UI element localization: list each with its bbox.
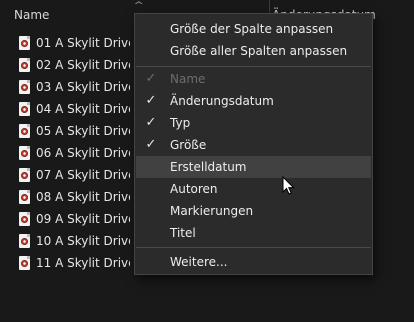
list-item[interactable]: 01 A Skylit Drive - I [0, 33, 140, 55]
file-name: 01 A Skylit Drive - I [36, 36, 130, 50]
audio-file-icon [19, 58, 30, 72]
menu-item-column-created-date[interactable]: Erstelldatum [136, 156, 371, 178]
list-item[interactable]: 09 A Skylit Drive - I [0, 209, 140, 231]
menu-item-label: Größe aller Spalten anpassen [170, 44, 348, 58]
audio-file-icon [19, 80, 30, 94]
audio-file-icon [19, 212, 30, 226]
checkmark-icon: ✓ [145, 115, 157, 130]
menu-item-label: Name [170, 72, 206, 86]
menu-item-fit-all-columns[interactable]: Größe aller Spalten anpassen [136, 40, 371, 62]
sort-ascending-icon: ^ [133, 1, 145, 11]
list-item[interactable]: 08 A Skylit Drive - S [0, 187, 140, 209]
menu-item-column-modified-date[interactable]: ✓ Änderungsdatum [136, 90, 371, 112]
file-name: 06 A Skylit Drive - I [36, 146, 130, 160]
menu-item-label: Markierungen [170, 204, 254, 218]
checkmark-icon: ✓ [145, 93, 157, 108]
file-name: 07 A Skylit Drive - C [36, 168, 130, 182]
menu-separator [136, 247, 371, 248]
mouse-pointer-icon [282, 176, 295, 195]
file-name: 10 A Skylit Drive - I [36, 234, 130, 248]
list-item[interactable]: 02 A Skylit Drive - S [0, 55, 140, 77]
list-item[interactable]: 07 A Skylit Drive - C [0, 165, 140, 187]
audio-file-icon [19, 256, 30, 270]
audio-file-icon [19, 102, 30, 116]
file-name: 04 A Skylit Drive - S [36, 102, 130, 116]
list-item[interactable]: 11 A Skylit Drive - T [0, 253, 140, 275]
menu-item-column-name: ✓ Name [136, 68, 371, 90]
list-item[interactable]: 06 A Skylit Drive - I [0, 143, 140, 165]
menu-item-column-type[interactable]: ✓ Typ [136, 112, 371, 134]
menu-item-label: Titel [170, 226, 196, 240]
list-item[interactable]: 04 A Skylit Drive - S [0, 99, 140, 121]
file-name: 08 A Skylit Drive - S [36, 190, 130, 204]
file-name: 02 A Skylit Drive - S [36, 58, 130, 72]
menu-item-label: Weitere... [170, 255, 228, 269]
file-name: 03 A Skylit Drive - I [36, 80, 130, 94]
menu-item-label: Typ [170, 116, 191, 130]
menu-item-more[interactable]: Weitere... [136, 251, 371, 273]
file-name: 11 A Skylit Drive - T [36, 256, 130, 270]
file-name: 09 A Skylit Drive - I [36, 212, 130, 226]
file-name: 05 A Skylit Drive - I [36, 124, 130, 138]
list-item[interactable]: 03 A Skylit Drive - I [0, 77, 140, 99]
menu-item-column-tags[interactable]: Markierungen [136, 200, 371, 222]
list-item[interactable]: 10 A Skylit Drive - I [0, 231, 140, 253]
audio-file-icon [19, 36, 30, 50]
menu-item-label: Änderungsdatum [170, 94, 274, 108]
audio-file-icon [19, 146, 30, 160]
menu-separator [136, 66, 371, 67]
audio-file-icon [19, 124, 30, 138]
menu-item-column-authors[interactable]: Autoren [136, 178, 371, 200]
audio-file-icon [19, 190, 30, 204]
audio-file-icon [19, 234, 30, 248]
menu-item-fit-column[interactable]: Größe der Spalte anpassen [136, 18, 371, 40]
menu-item-label: Größe der Spalte anpassen [170, 22, 334, 36]
checkmark-icon: ✓ [145, 137, 157, 152]
menu-item-label: Autoren [170, 182, 218, 196]
audio-file-icon [19, 168, 30, 182]
list-item[interactable]: 05 A Skylit Drive - I [0, 121, 140, 143]
menu-item-column-size[interactable]: ✓ Größe [136, 134, 371, 156]
menu-item-label: Größe [170, 138, 207, 152]
checkmark-icon: ✓ [145, 71, 157, 86]
column-context-menu: Größe der Spalte anpassen Größe aller Sp… [134, 13, 373, 275]
menu-item-label: Erstelldatum [170, 160, 247, 174]
column-header-name[interactable]: Name [14, 0, 49, 30]
menu-item-column-title[interactable]: Titel [136, 222, 371, 244]
